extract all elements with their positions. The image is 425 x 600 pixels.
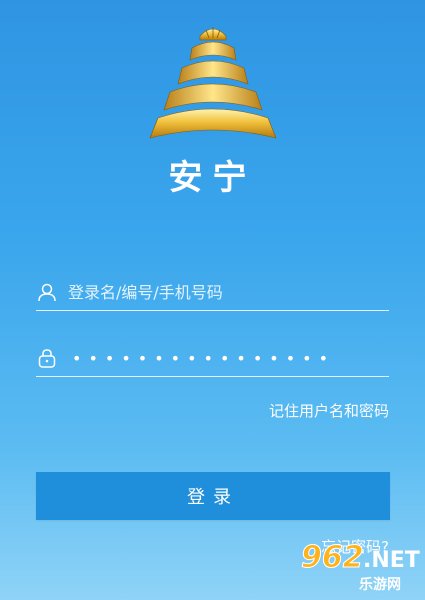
login-button[interactable]: 登录	[36, 472, 390, 520]
password-field[interactable]: ••••••••••••••••	[36, 340, 389, 377]
watermark-sub: 乐游网	[359, 577, 401, 593]
password-input[interactable]: ••••••••••••••••	[72, 349, 389, 368]
username-field[interactable]	[36, 274, 389, 311]
user-icon	[36, 281, 58, 303]
app-logo	[148, 18, 278, 142]
app-logo-graphic	[149, 27, 277, 139]
remember-credentials-toggle[interactable]: 记住用户名和密码	[269, 400, 389, 421]
watermark-number: 962	[301, 540, 365, 576]
username-input[interactable]	[68, 282, 389, 302]
lock-icon	[36, 347, 58, 369]
watermark-domain: .NET	[363, 548, 420, 573]
watermark-logo: 962 .NET 乐游网	[301, 540, 420, 596]
app-title: 安宁	[168, 158, 257, 198]
